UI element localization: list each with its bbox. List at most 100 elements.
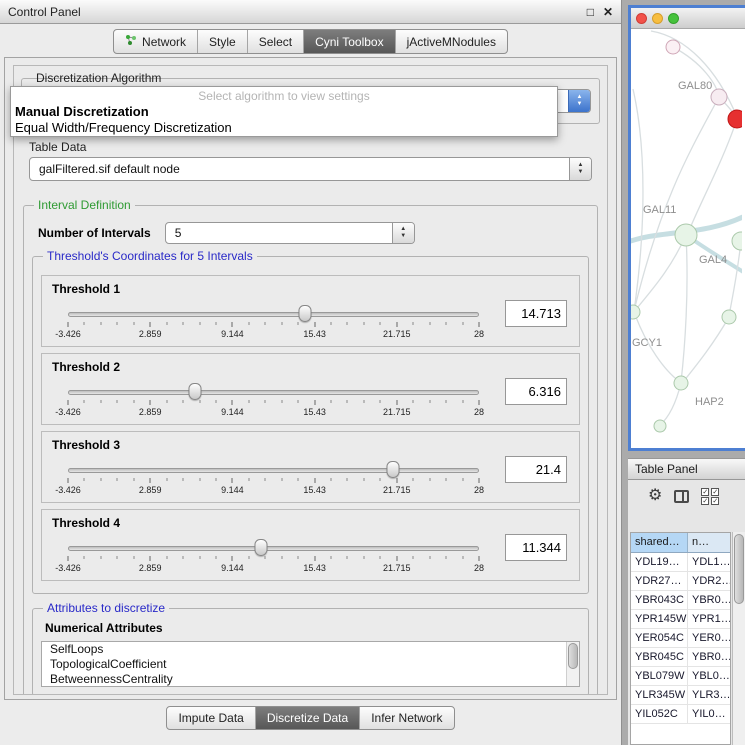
table-cell: YBL079W — [631, 667, 688, 685]
threshold-value-field[interactable]: 11.344 — [505, 534, 567, 561]
panel-title: Control Panel — [8, 5, 578, 19]
table-header-row: shared… n… — [631, 533, 730, 553]
table-scrollbar-thumb[interactable] — [734, 534, 744, 604]
slider-track[interactable] — [68, 546, 479, 551]
tick-mark — [215, 400, 216, 403]
close-icon[interactable]: ✕ — [603, 6, 613, 18]
control-panel: Control Panel □ ✕ NetworkStyleSelectCyni… — [0, 0, 622, 745]
float-window-icon[interactable]: □ — [587, 6, 594, 18]
table-row[interactable]: YBR045CYBR0… — [631, 648, 730, 667]
tab-impute-data[interactable]: Impute Data — [167, 707, 255, 729]
tick-mark — [479, 556, 480, 561]
tick-mark — [166, 400, 167, 403]
table-cell: YDL19… — [631, 553, 688, 571]
tick-mark — [429, 322, 430, 325]
combobox-stepper-icon[interactable]: ▲▼ — [392, 223, 414, 243]
tab-cyni-toolbox[interactable]: Cyni Toolbox — [304, 30, 395, 53]
network-node-selected[interactable] — [728, 110, 742, 128]
network-node[interactable] — [666, 40, 680, 54]
threshold-value-field[interactable]: 21.4 — [505, 456, 567, 483]
node-table: shared… n… YDL19…YDL1…YDR27…YDR2…YBR043C… — [630, 532, 731, 745]
tick-mark — [314, 556, 315, 561]
network-node[interactable] — [711, 89, 727, 105]
tick-mark — [281, 322, 282, 325]
list-scrollbar-thumb[interactable] — [568, 643, 578, 669]
list-scrollbar[interactable] — [566, 642, 579, 686]
tick-mark — [396, 400, 397, 405]
threshold-slider[interactable]: -3.4262.8599.14415.4321.71528 — [68, 304, 479, 340]
table-scrollbar[interactable] — [732, 532, 745, 745]
threshold-row: Threshold 4-3.4262.8599.14415.4321.71528… — [41, 509, 580, 581]
gear-icon[interactable]: ⚙ — [648, 488, 662, 504]
tab-jactivemnodules[interactable]: jActiveMNodules — [396, 30, 507, 53]
table-data-combobox-value: galFiltered.sif default node — [39, 162, 180, 176]
network-canvas[interactable]: GAL80GAL11GAL4GCY1HAP2 — [631, 29, 745, 448]
checkbox-filter-icon[interactable]: ✓ ✓ ✓ ✓ — [701, 488, 720, 505]
tick-mark — [380, 322, 381, 325]
threshold-slider[interactable]: -3.4262.8599.14415.4321.71528 — [68, 460, 479, 496]
table-cell: YBR0… — [688, 591, 730, 609]
tab-discretize-data[interactable]: Discretize Data — [256, 707, 360, 729]
tab-infer-network[interactable]: Infer Network — [360, 707, 453, 729]
combobox-stepper-icon[interactable]: ▲▼ — [568, 90, 590, 112]
slider-ticks: -3.4262.8599.14415.4321.71528 — [68, 398, 479, 418]
tick-mark — [331, 400, 332, 403]
tick-label: 15.43 — [303, 329, 326, 339]
slider-track[interactable] — [68, 312, 479, 317]
tick-mark — [117, 478, 118, 481]
tick-label: 15.43 — [303, 563, 326, 573]
list-item[interactable]: TopologicalCoefficient — [42, 657, 579, 672]
table-row[interactable]: YER054CYER0… — [631, 629, 730, 648]
close-traffic-light-icon[interactable] — [636, 13, 647, 24]
tick-mark — [314, 400, 315, 405]
number-of-intervals-combobox[interactable]: 5 ▲▼ — [165, 222, 415, 244]
slider-track[interactable] — [68, 468, 479, 473]
bottom-tabstrip: Impute DataDiscretize Data Infer Network — [0, 706, 621, 730]
combobox-stepper-icon[interactable]: ▲▼ — [569, 158, 591, 180]
network-node[interactable] — [722, 310, 736, 324]
tick-mark — [183, 400, 184, 403]
popup-option-manual-discretization[interactable]: Manual Discretization — [11, 103, 557, 119]
slider-track[interactable] — [68, 390, 479, 395]
minimize-traffic-light-icon[interactable] — [652, 13, 663, 24]
algorithm-dropdown-popup: Select algorithm to view settings Manual… — [10, 86, 558, 137]
network-node[interactable] — [654, 420, 666, 432]
tab-select[interactable]: Select — [248, 30, 304, 53]
table-row[interactable]: YDR27…YDR2… — [631, 572, 730, 591]
table-row[interactable]: YDL19…YDL1… — [631, 553, 730, 572]
number-of-intervals-value: 5 — [175, 226, 182, 240]
popup-option-equal-width[interactable]: Equal Width/Frequency Discretization — [11, 119, 557, 135]
zoom-traffic-light-icon[interactable] — [668, 13, 679, 24]
tick-mark — [462, 478, 463, 481]
tick-mark — [363, 556, 364, 559]
list-item[interactable]: BetweennessCentrality — [42, 672, 579, 687]
tab-style[interactable]: Style — [198, 30, 248, 53]
tick-mark — [413, 322, 414, 325]
network-node[interactable] — [732, 232, 742, 250]
tab-label: Infer Network — [371, 711, 442, 725]
threshold-value-field[interactable]: 14.713 — [505, 300, 567, 327]
number-of-intervals-row: Number of Intervals 5 ▲▼ — [38, 222, 589, 244]
tab-network[interactable]: Network — [114, 30, 198, 53]
threshold-slider[interactable]: -3.4262.8599.14415.4321.71528 — [68, 538, 479, 574]
table-row[interactable]: YBL079WYBL0… — [631, 667, 730, 686]
tick-label: 9.144 — [221, 485, 244, 495]
column-header-name[interactable]: n… — [688, 533, 730, 552]
table-row[interactable]: YBR043CYBR0… — [631, 591, 730, 610]
network-view-window[interactable]: GAL80GAL11GAL4GCY1HAP2 — [628, 5, 745, 451]
threshold-value-field[interactable]: 6.316 — [505, 378, 567, 405]
table-row[interactable]: YLR345WYLR3… — [631, 686, 730, 705]
threshold-slider[interactable]: -3.4262.8599.14415.4321.71528 — [68, 382, 479, 418]
numerical-attributes-list[interactable]: SelfLoopsTopologicalCoefficientBetweenne… — [41, 641, 580, 687]
table-data-combobox[interactable]: galFiltered.sif default node ▲▼ — [29, 157, 592, 181]
table-row[interactable]: YIL052CYIL0… — [631, 705, 730, 724]
network-node[interactable] — [631, 305, 640, 319]
column-header-shared-name[interactable]: shared… — [631, 533, 688, 552]
table-row[interactable]: YPR145WYPR1… — [631, 610, 730, 629]
list-item[interactable]: SelfLoops — [42, 642, 579, 657]
thresholds-group: Threshold's Coordinates for 5 Intervals … — [32, 256, 589, 594]
network-node[interactable] — [674, 376, 688, 390]
network-node[interactable] — [675, 224, 697, 246]
number-of-intervals-label: Number of Intervals — [38, 226, 151, 240]
column-selector-icon[interactable] — [674, 490, 689, 503]
